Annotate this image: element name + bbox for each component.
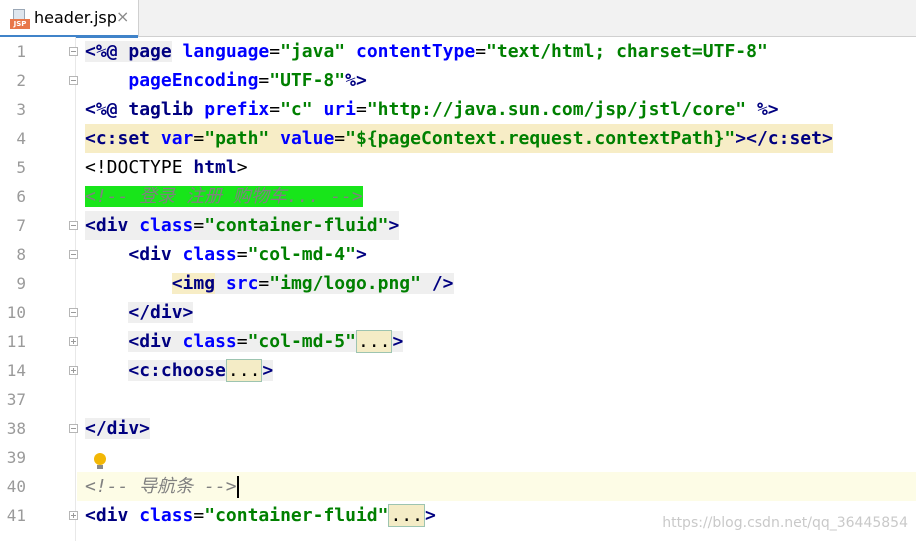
line-number: 14	[6, 361, 26, 380]
jsp-file-icon: JSP	[10, 9, 30, 29]
line-number: 9	[16, 274, 26, 293]
line-number: 39	[6, 448, 26, 467]
code-line: <c:set var="path" value="${pageContext.r…	[77, 124, 916, 153]
tab-header-jsp[interactable]: JSP header.jsp ×	[0, 0, 139, 38]
line-number: 37	[6, 390, 26, 409]
line-number: 11	[6, 332, 26, 351]
code-line: <%@ taglib prefix="c" uri="http://java.s…	[85, 99, 779, 120]
text-cursor	[236, 476, 239, 498]
code-editor[interactable]: <%@ page language="java" contentType="te…	[77, 37, 916, 541]
line-number: 10	[6, 303, 26, 322]
line-number: 38	[6, 419, 26, 438]
code-line: <div class="container-fluid">	[77, 211, 916, 240]
code-line: <!-- 登录 注册 购物车... -->	[85, 186, 363, 207]
editor-tab-bar: JSP header.jsp ×	[0, 0, 916, 38]
code-line: <%@ page language="java" contentType="te…	[85, 41, 768, 62]
code-line: <div class="col-md-5"... >	[128, 330, 404, 353]
line-number: 2	[16, 71, 26, 90]
code-line: pageEncoding="UTF-8"%>	[128, 70, 367, 91]
line-number: 3	[16, 100, 26, 119]
line-number: 40	[6, 477, 26, 496]
line-number: 8	[16, 245, 26, 264]
code-line: <div class="col-md-4">	[128, 244, 367, 265]
code-line: <!DOCTYPE html>	[85, 157, 248, 178]
line-number: 1	[16, 42, 26, 61]
current-code-line: <!-- 导航条 -->	[77, 472, 916, 501]
code-line: </div>	[85, 418, 151, 439]
code-line: </div>	[128, 302, 194, 323]
tab-label: header.jsp	[34, 8, 117, 27]
line-number: 4	[16, 129, 26, 148]
folded-region[interactable]: ...	[355, 330, 393, 353]
close-icon[interactable]: ×	[116, 7, 129, 26]
folded-region[interactable]: ...	[225, 359, 263, 382]
line-number-gutter: 1 2 3 4 5 6 7 8 9 10 11 14 37 38 39 40 4…	[0, 37, 78, 541]
line-number: 41	[6, 506, 26, 525]
folded-region[interactable]: ...	[388, 504, 425, 527]
line-number: 6	[16, 187, 26, 206]
line-number: 5	[16, 158, 26, 177]
watermark: https://blog.csdn.net/qq_36445854	[662, 515, 908, 531]
code-line: <img src="img/logo.png" />	[171, 273, 454, 294]
code-line: <c:choose... >	[128, 359, 274, 382]
line-number: 7	[16, 216, 26, 235]
